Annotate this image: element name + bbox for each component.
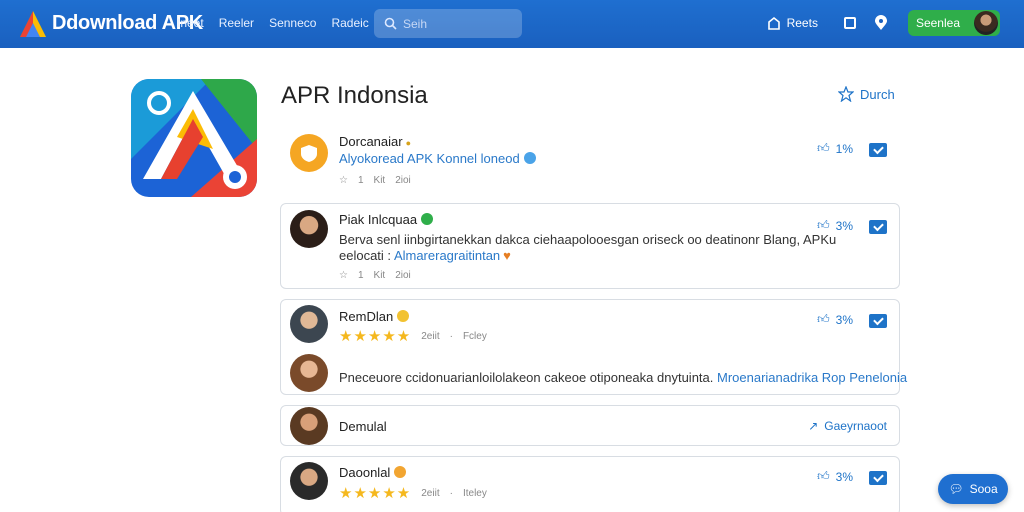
nav-item-4[interactable]: Radeic <box>331 16 368 30</box>
reply-icon[interactable] <box>869 220 887 234</box>
like-count[interactable]: 👍︎ 1% <box>817 141 853 156</box>
reviewer-name: Demulal <box>339 419 387 434</box>
reviewer-avatar <box>290 407 328 445</box>
rating-stars: ★★★★★ <box>339 485 412 502</box>
verified-badge <box>421 213 434 225</box>
user-account-button[interactable]: Seenlea <box>907 10 1000 36</box>
reply-arrow-icon: ↗ <box>808 419 819 433</box>
review-meta: ☆ 1 Kit 2ioi <box>339 270 411 281</box>
reviewer-name: RemDlan <box>339 309 410 324</box>
review-card: RemDlan ★★★★★ 2eiit · Fcley 👍︎ 3% Pneceuore… <box>280 299 907 395</box>
reviewer-name: Dorcanaiar ● <box>339 134 412 149</box>
review-meta: ★★★★★ 2eiit · Fcley <box>339 328 487 345</box>
review-card: Demulal ↗ Gaeyrnaoot <box>280 405 900 446</box>
watch-button[interactable]: Durch <box>838 86 895 102</box>
search-input[interactable] <box>403 16 513 31</box>
star-outline-icon <box>838 86 854 102</box>
thumbs-up-icon: 👍︎ <box>817 218 830 232</box>
verified-icon <box>523 152 536 164</box>
reviewer-avatar <box>290 210 328 248</box>
app-logo-icon[interactable] <box>20 11 46 37</box>
review-card: Piak Inlcquaa Berva senl iinbgirtanekkan… <box>280 203 900 289</box>
reviewer-avatar <box>290 305 328 343</box>
user-account-label: Seenlea <box>915 16 960 30</box>
thumbs-up-icon: 👍︎ <box>817 312 830 326</box>
star-icon: ☆ <box>339 270 348 281</box>
chat-button[interactable]: 💬︎ Sooa <box>938 474 1008 504</box>
review-card: Dorcanaiar ● Alyokoread APK Konnel loneod… <box>280 124 900 192</box>
window-icon[interactable] <box>843 17 856 29</box>
review-text: Berva senl iinbgirtanekkan dakca ciehaap… <box>339 232 837 247</box>
nav-item-1[interactable]: Ineet <box>177 16 204 30</box>
header-actions: Reets Seenlea <box>767 10 1000 36</box>
chat-bubble-icon: 💬︎ <box>948 482 964 496</box>
emoji-icon <box>397 310 410 322</box>
main-nav: Ineet Reeler Senneco Radeic <box>177 16 369 30</box>
reviewer-avatar <box>290 462 328 500</box>
shield-icon <box>301 145 317 162</box>
nav-item-3[interactable]: Senneco <box>269 16 316 30</box>
reets-label: Reets <box>786 16 818 30</box>
app-icon <box>131 79 257 197</box>
review-subtitle[interactable]: Alyokoread APK Konnel loneod <box>339 151 536 166</box>
watch-label: Durch <box>860 86 895 102</box>
rating-stars: ★★★★★ <box>339 328 412 345</box>
reviewer-name: Piak Inlcquaa <box>339 212 434 227</box>
top-navigation-bar: Ddownload APK Ineet Reeler Senneco Radei… <box>0 0 1024 48</box>
reets-button[interactable]: Reets <box>767 16 818 30</box>
review-link[interactable]: Mroenarianadrika Rop Penelonia <box>717 370 907 385</box>
search-icon <box>384 17 397 30</box>
emoji-icon <box>394 466 407 478</box>
heart-icon: ♥ <box>503 248 511 263</box>
reply-icon[interactable] <box>869 471 887 485</box>
thumbs-up-icon: 👍︎ <box>817 141 830 155</box>
reviewer-avatar <box>290 134 328 172</box>
user-avatar <box>974 11 998 35</box>
like-count[interactable]: 👍︎ 3% <box>817 218 853 233</box>
reply-icon[interactable] <box>869 143 887 157</box>
like-count[interactable]: 👍︎ 3% <box>817 469 853 484</box>
review-text-line2: eelocati : Almareragraitintan ♥ <box>339 248 511 263</box>
reply-action[interactable]: ↗ Gaeyrnaoot <box>808 419 887 433</box>
app-title: APR Indonsia <box>281 82 428 109</box>
reply-icon[interactable] <box>869 314 887 328</box>
review-link[interactable]: Almareragraitintan <box>394 248 500 263</box>
location-pin-icon[interactable] <box>874 15 888 31</box>
thumbs-up-icon: 👍︎ <box>817 469 830 483</box>
chat-label: Sooa <box>969 482 998 496</box>
review-card: Daoonlal ★★★★★ 2eiit · Iteley 👍︎ 3% <box>280 456 900 512</box>
like-count[interactable]: 👍︎ 3% <box>817 312 853 327</box>
reviewer-name: Daoonlal <box>339 465 407 480</box>
review-meta: ☆ 1 Kit 2ioi <box>339 175 411 186</box>
reply-avatar <box>290 354 328 392</box>
review-reply-text: Pneceuore ccidonuarianloilolakeon cakeoe… <box>339 370 908 385</box>
nav-item-2[interactable]: Reeler <box>219 16 254 30</box>
star-icon: ☆ <box>339 175 348 186</box>
review-meta: ★★★★★ 2eiit · Iteley <box>339 485 487 502</box>
search-box[interactable] <box>374 9 522 38</box>
home-icon <box>767 16 780 30</box>
